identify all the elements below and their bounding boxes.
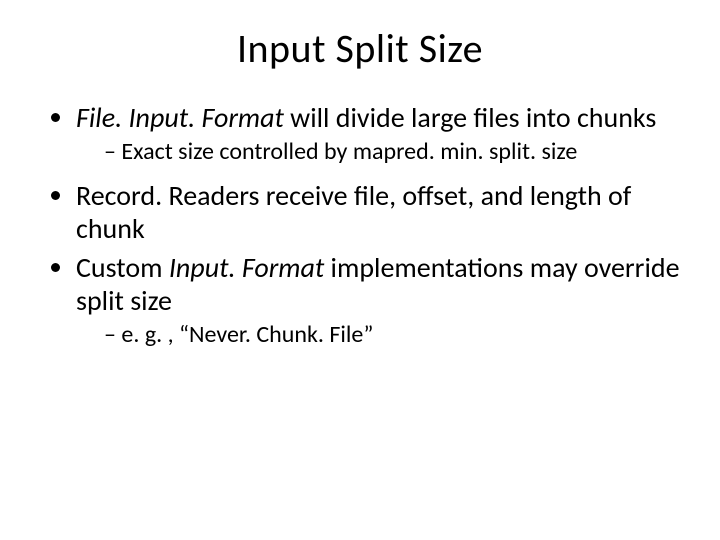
bullet-2: Record. Readers receive file, offset, an…: [76, 179, 680, 245]
bullet-1-italic: File. Input. Format: [76, 100, 284, 135]
bullet-3-italic: Input. Format: [169, 250, 324, 285]
slide-title: Input Split Size: [40, 24, 680, 73]
bullet-1-sub-1: Exact size controlled by mapred. min. sp…: [104, 138, 680, 167]
bullet-3-prefix: Custom: [76, 250, 169, 285]
bullet-1-sublist: Exact size controlled by mapred. min. sp…: [76, 138, 680, 167]
bullet-3-sublist: e. g. , “Never. Chunk. File”: [76, 321, 680, 350]
bullet-3-sub-1: e. g. , “Never. Chunk. File”: [104, 321, 680, 350]
bullet-list: File. Input. Format will divide large fi…: [40, 101, 680, 350]
slide: Input Split Size File. Input. Format wil…: [0, 0, 720, 540]
bullet-3: Custom Input. Format implementations may…: [76, 251, 680, 350]
bullet-1-text: will divide large files into chunks: [284, 100, 657, 135]
bullet-1: File. Input. Format will divide large fi…: [76, 101, 680, 167]
